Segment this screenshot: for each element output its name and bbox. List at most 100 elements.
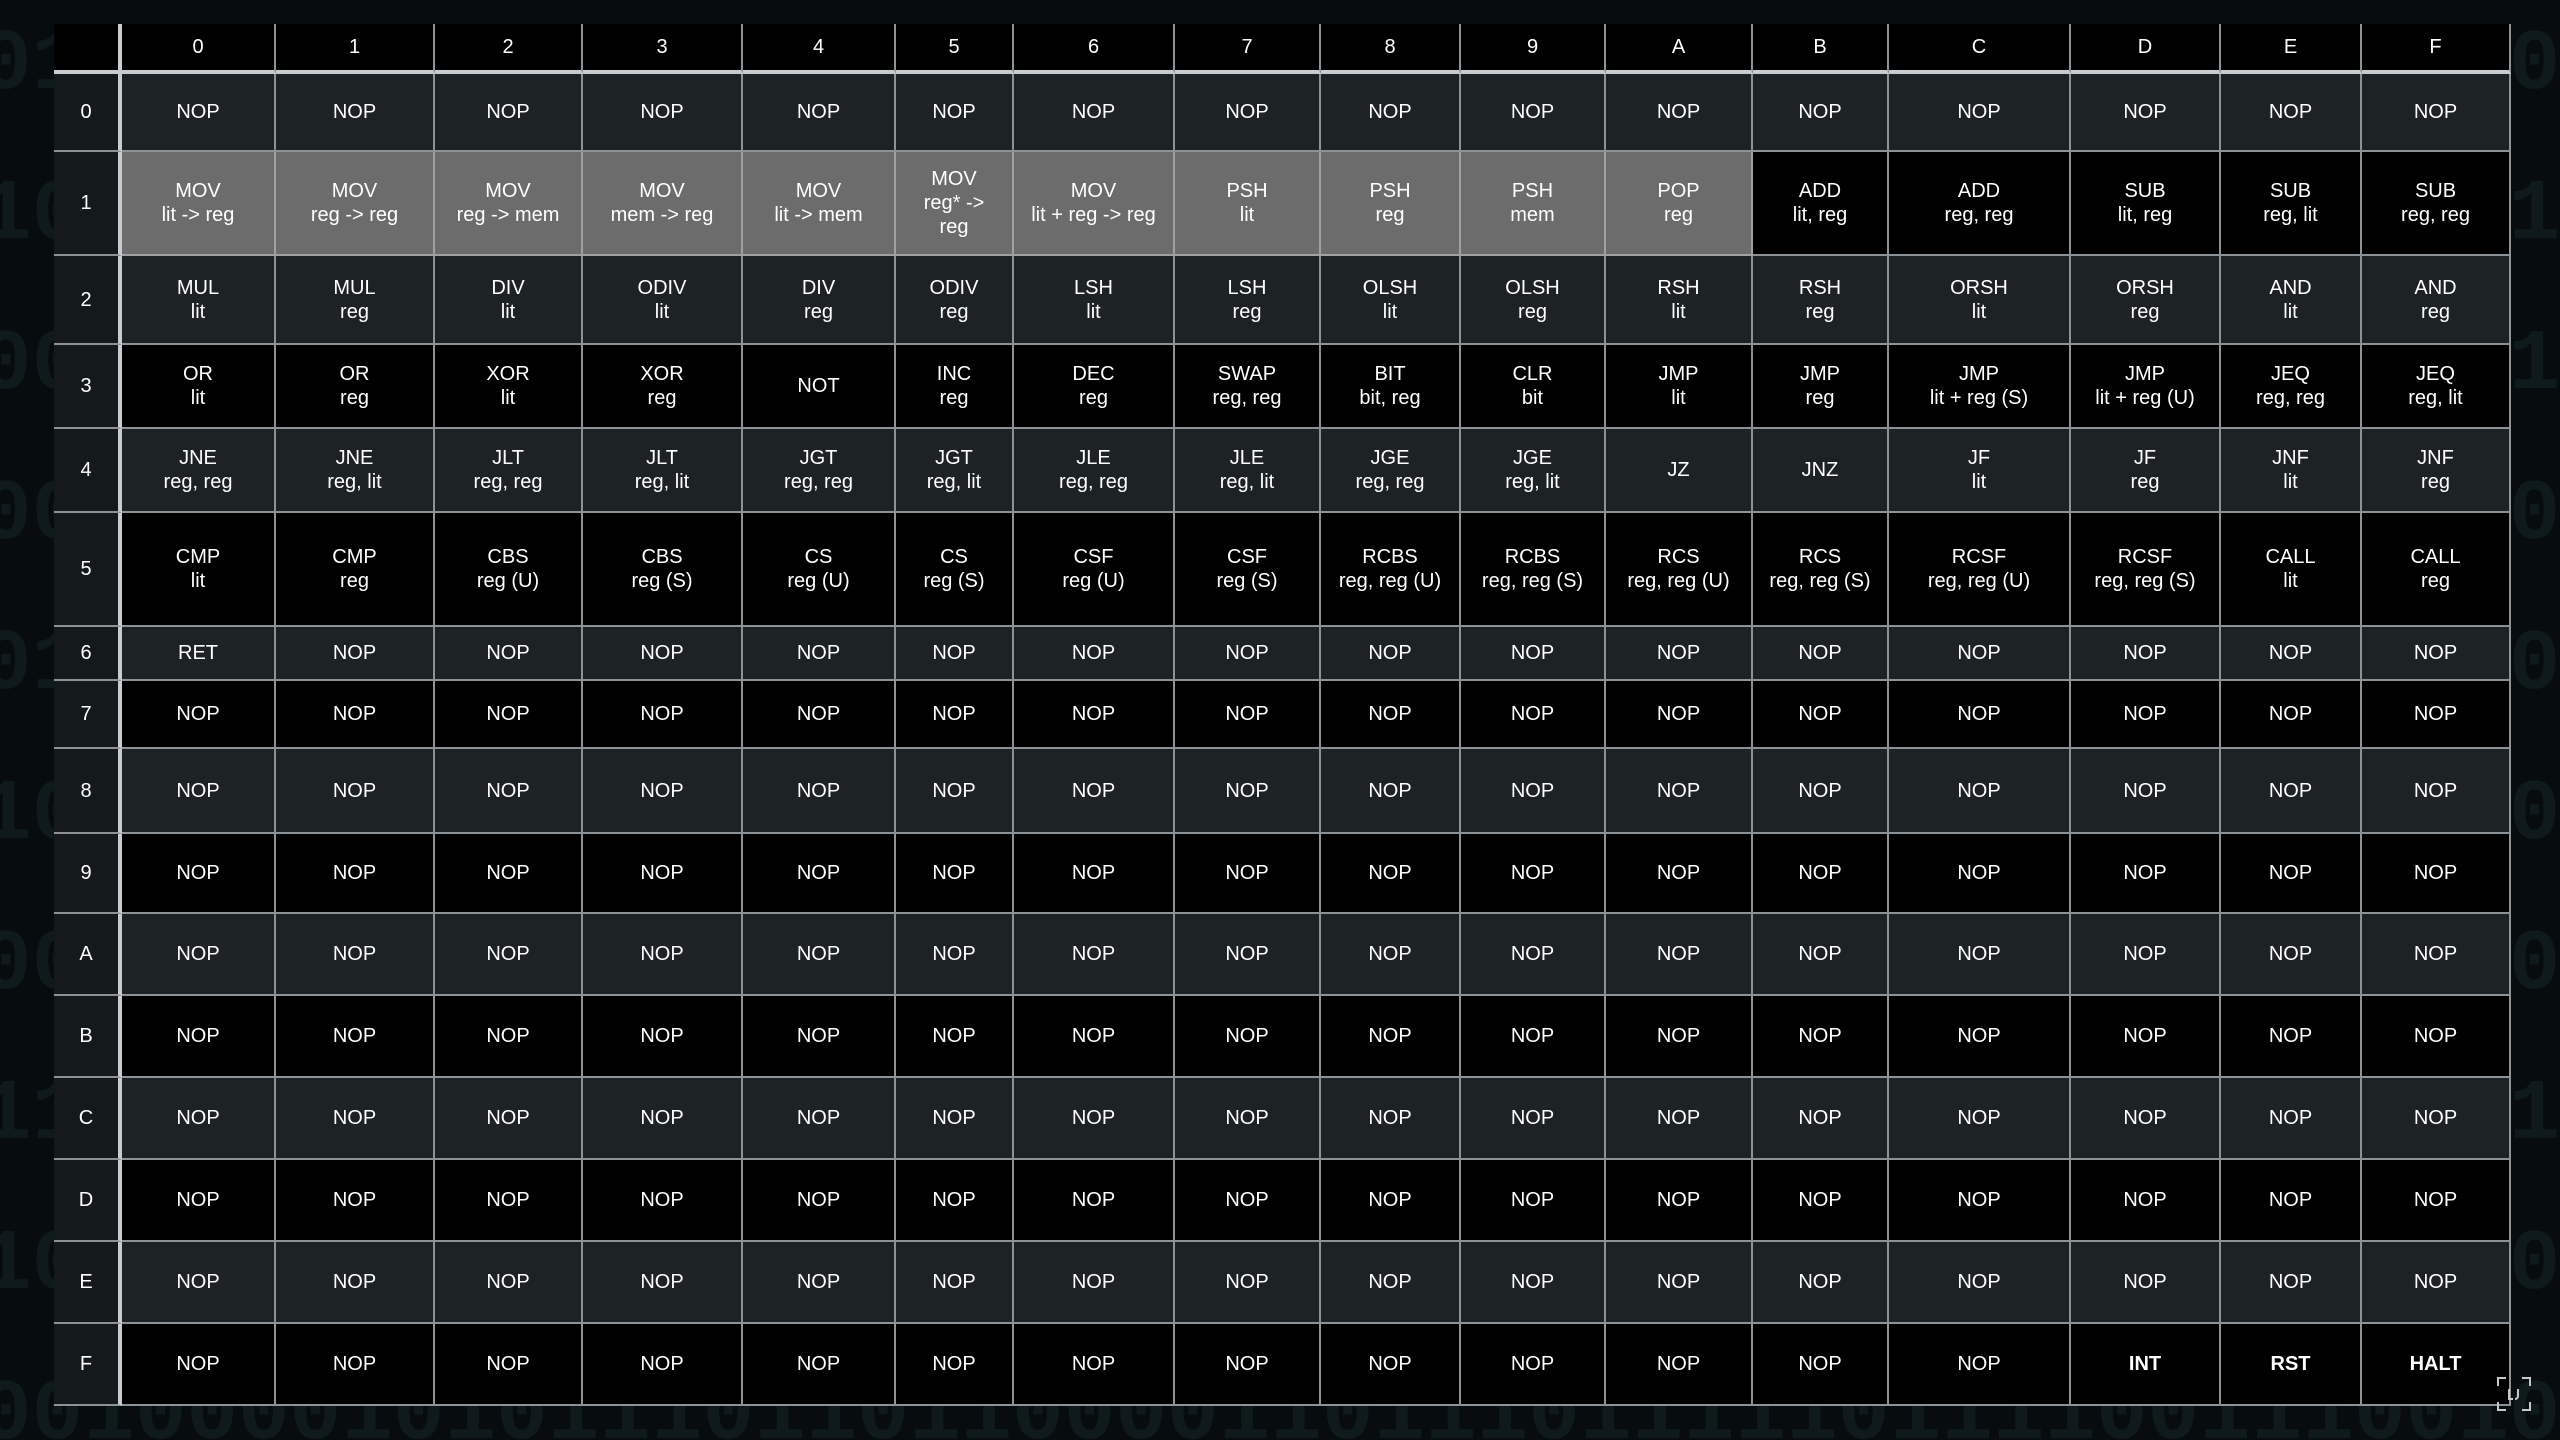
opcode-cell-FE: RST — [2221, 1324, 2362, 1406]
opcode-cell-AB: NOP — [1753, 914, 1889, 996]
opcode-cell-4D: JF reg — [2071, 429, 2221, 513]
opcode-cell-5B: RCS reg, reg (S) — [1753, 513, 1889, 627]
opcode-cell-89: NOP — [1461, 749, 1606, 834]
opcode-cell-2A: RSH lit — [1606, 256, 1753, 345]
opcode-cell-3D: JMP lit + reg (U) — [2071, 345, 2221, 429]
opcode-cell-D8: NOP — [1321, 1160, 1461, 1242]
opcode-cell-03: NOP — [583, 74, 743, 152]
opcode-cell-0F: NOP — [2362, 74, 2511, 152]
row-header-E: E — [54, 1242, 122, 1324]
opcode-cell-26: LSH lit — [1014, 256, 1175, 345]
opcode-cell-C0: NOP — [122, 1078, 276, 1160]
opcode-cell-71: NOP — [276, 681, 435, 749]
opcode-cell-B4: NOP — [743, 996, 896, 1078]
column-header-D: D — [2071, 24, 2221, 74]
opcode-cell-F1: NOP — [276, 1324, 435, 1406]
opcode-cell-D9: NOP — [1461, 1160, 1606, 1242]
opcode-cell-AA: NOP — [1606, 914, 1753, 996]
opcode-cell-EE: NOP — [2221, 1242, 2362, 1324]
opcode-cell-7C: NOP — [1889, 681, 2071, 749]
opcode-cell-6B: NOP — [1753, 627, 1889, 681]
opcode-cell-E7: NOP — [1175, 1242, 1321, 1324]
opcode-cell-19: PSH mem — [1461, 152, 1606, 256]
opcode-cell-0B: NOP — [1753, 74, 1889, 152]
opcode-cell-6F: NOP — [2362, 627, 2511, 681]
video-frame: 0100010110011000101000110010011001001001… — [0, 0, 2560, 1440]
opcode-cell-27: LSH reg — [1175, 256, 1321, 345]
opcode-cell-36: DEC reg — [1014, 345, 1175, 429]
opcode-cell-39: CLR bit — [1461, 345, 1606, 429]
column-header-3: 3 — [583, 24, 743, 74]
opcode-cell-B0: NOP — [122, 996, 276, 1078]
opcode-cell-7A: NOP — [1606, 681, 1753, 749]
opcode-cell-E5: NOP — [896, 1242, 1014, 1324]
row-header-9: 9 — [54, 834, 122, 914]
opcode-cell-F3: NOP — [583, 1324, 743, 1406]
opcode-cell-9B: NOP — [1753, 834, 1889, 914]
opcode-cell-9D: NOP — [2071, 834, 2221, 914]
row-header-0: 0 — [54, 74, 122, 152]
opcode-cell-16: MOV lit + reg -> reg — [1014, 152, 1175, 256]
column-header-F: F — [2362, 24, 2511, 74]
opcode-cell-86: NOP — [1014, 749, 1175, 834]
opcode-cell-B5: NOP — [896, 996, 1014, 1078]
column-header-0: 0 — [122, 24, 276, 74]
opcode-cell-43: JLT reg, lit — [583, 429, 743, 513]
opcode-cell-CE: NOP — [2221, 1078, 2362, 1160]
opcode-cell-8C: NOP — [1889, 749, 2071, 834]
opcode-cell-2E: AND lit — [2221, 256, 2362, 345]
opcode-cell-6A: NOP — [1606, 627, 1753, 681]
row-header-4: 4 — [54, 429, 122, 513]
opcode-cell-78: NOP — [1321, 681, 1461, 749]
opcode-cell-2F: AND reg — [2362, 256, 2511, 345]
opcode-cell-92: NOP — [435, 834, 583, 914]
opcode-cell-97: NOP — [1175, 834, 1321, 914]
column-header-8: 8 — [1321, 24, 1461, 74]
row-header-2: 2 — [54, 256, 122, 345]
opcode-cell-EF: NOP — [2362, 1242, 2511, 1324]
column-header-6: 6 — [1014, 24, 1175, 74]
opcode-cell-55: CS reg (S) — [896, 513, 1014, 627]
opcode-cell-A4: NOP — [743, 914, 896, 996]
opcode-cell-E1: NOP — [276, 1242, 435, 1324]
opcode-cell-DD: NOP — [2071, 1160, 2221, 1242]
fullscreen-bracket-icon[interactable] — [2494, 1374, 2534, 1414]
opcode-cell-B6: NOP — [1014, 996, 1175, 1078]
column-header-A: A — [1606, 24, 1753, 74]
opcode-cell-1B: ADD lit, reg — [1753, 152, 1889, 256]
opcode-cell-A5: NOP — [896, 914, 1014, 996]
opcode-cell-99: NOP — [1461, 834, 1606, 914]
opcode-cell-64: NOP — [743, 627, 896, 681]
opcode-cell-9A: NOP — [1606, 834, 1753, 914]
opcode-cell-E3: NOP — [583, 1242, 743, 1324]
column-header-2: 2 — [435, 24, 583, 74]
opcode-cell-90: NOP — [122, 834, 276, 914]
opcode-cell-6D: NOP — [2071, 627, 2221, 681]
row-header-F: F — [54, 1324, 122, 1406]
opcode-cell-C5: NOP — [896, 1078, 1014, 1160]
opcode-cell-C1: NOP — [276, 1078, 435, 1160]
opcode-cell-54: CS reg (U) — [743, 513, 896, 627]
opcode-cell-01: NOP — [276, 74, 435, 152]
opcode-cell-AD: NOP — [2071, 914, 2221, 996]
row-header-5: 5 — [54, 513, 122, 627]
column-header-B: B — [1753, 24, 1889, 74]
opcode-cell-D0: NOP — [122, 1160, 276, 1242]
opcode-cell-79: NOP — [1461, 681, 1606, 749]
opcode-cell-F6: NOP — [1014, 1324, 1175, 1406]
opcode-cell-A0: NOP — [122, 914, 276, 996]
opcode-cell-52: CBS reg (U) — [435, 513, 583, 627]
opcode-cell-A9: NOP — [1461, 914, 1606, 996]
row-header-8: 8 — [54, 749, 122, 834]
opcode-cell-F8: NOP — [1321, 1324, 1461, 1406]
opcode-cell-0C: NOP — [1889, 74, 2071, 152]
opcode-cell-76: NOP — [1014, 681, 1175, 749]
opcode-cell-A1: NOP — [276, 914, 435, 996]
opcode-cell-73: NOP — [583, 681, 743, 749]
opcode-cell-6C: NOP — [1889, 627, 2071, 681]
column-header-7: 7 — [1175, 24, 1321, 74]
opcode-cell-98: NOP — [1321, 834, 1461, 914]
column-header-5: 5 — [896, 24, 1014, 74]
opcode-cell-47: JLE reg, lit — [1175, 429, 1321, 513]
opcode-cell-11: MOV reg -> reg — [276, 152, 435, 256]
